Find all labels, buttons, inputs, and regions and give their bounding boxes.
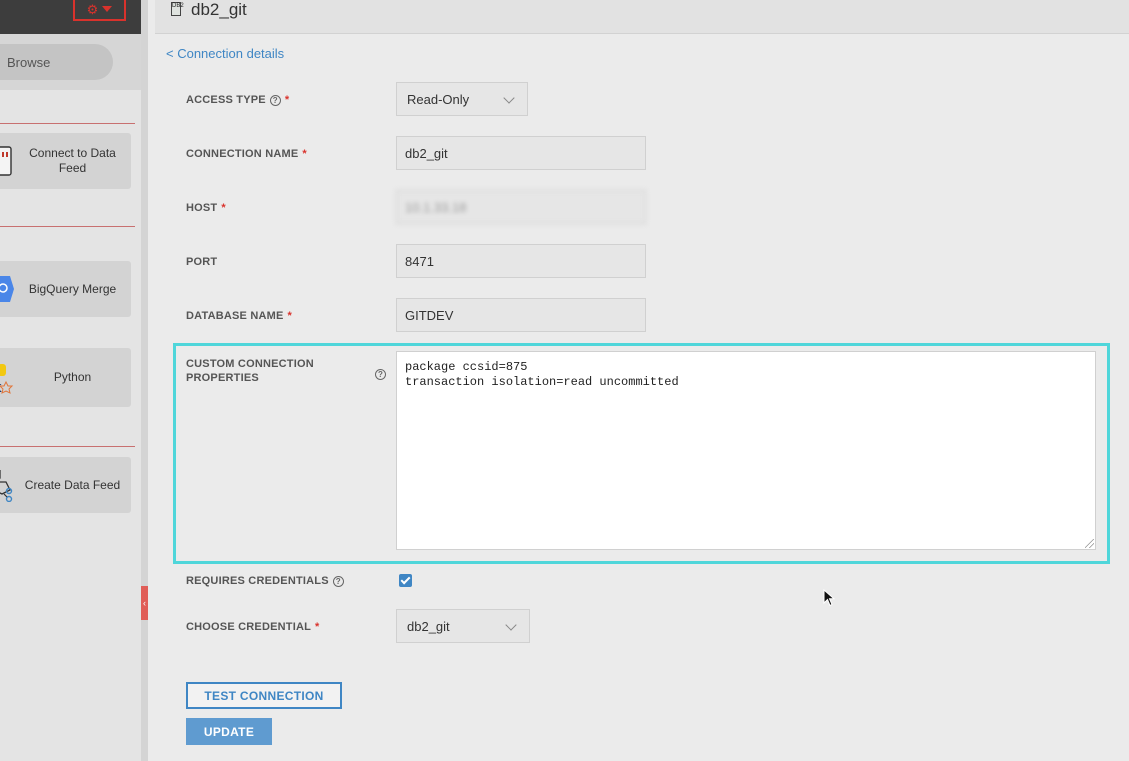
sidebar-item-connect-to-data-feed[interactable]: Connect to Data Feed [0,133,131,189]
choose-credential-select[interactable]: db2_git [396,609,530,643]
test-connection-button[interactable]: TEST CONNECTION [186,682,342,709]
choose-credential-label-text: CHOOSE CREDENTIAL [186,621,312,633]
host-input[interactable] [396,190,646,224]
sidebar: ⚙ Browse Connect to Data Feed BigQuery M… [0,0,141,761]
requires-credentials-checkbox[interactable] [399,574,412,587]
connection-name-label: CONNECTION NAME * [186,148,307,160]
update-button[interactable]: UPDATE [186,718,272,745]
help-icon[interactable]: ? [269,94,281,106]
network-icon [0,469,14,502]
page-header: DB2 db2_git [155,0,1129,34]
sidebar-item-bigquery-merge[interactable]: BigQuery Merge [0,261,131,317]
help-icon[interactable]: ? [375,369,386,380]
chevron-down-icon [503,92,515,104]
connection-name-input[interactable] [396,136,646,170]
port-label: PORT [186,256,217,268]
custom-properties-help: ? [375,364,386,382]
top-menu-button[interactable]: ⚙ [73,0,126,21]
sidebar-item-label: Create Data Feed [24,477,121,492]
bigquery-icon [0,273,14,305]
sidebar-divider [0,446,135,447]
back-to-connection-details-link[interactable]: < Connection details [166,46,284,61]
access-type-label: ACCESS TYPE ? * [186,94,289,106]
required-marker: * [315,621,320,633]
sidebar-item-create-data-feed[interactable]: Create Data Feed [0,457,131,513]
chevron-down-icon [505,619,517,631]
choose-credential-label: CHOOSE CREDENTIAL * [186,621,320,633]
document-icon [0,145,14,177]
gear-icon: ⚙ [86,1,99,17]
custom-connection-properties-label: CUSTOM CONNECTION PROPERTIES [186,358,314,384]
access-type-label-text: ACCESS TYPE [186,94,266,106]
requires-credentials-label: REQUIRES CREDENTIALS ? [186,575,344,587]
connection-name-label-text: CONNECTION NAME [186,148,299,160]
sidebar-divider [0,226,135,227]
sidebar-item-label: BigQuery Merge [28,281,117,296]
host-label: HOST * [186,202,226,214]
database-name-label: DATABASE NAME * [186,310,292,322]
access-type-select[interactable]: Read-Only [396,82,528,116]
page-title: db2_git [191,0,247,19]
access-type-value: Read-Only [407,91,470,107]
sidebar-item-python[interactable]: K Python [0,348,131,407]
sidebar-top-bar: ⚙ [0,0,141,34]
resize-handle[interactable] [1085,539,1094,548]
required-marker: * [221,202,226,214]
port-input[interactable] [396,244,646,278]
python-icon: K [0,362,14,394]
choose-credential-value: db2_git [407,618,450,634]
custom-connection-properties-textarea[interactable]: package ccsid=875 transaction isolation=… [396,351,1096,550]
database-name-input[interactable] [396,298,646,332]
caret-down-icon [102,6,113,12]
required-marker: * [287,310,293,322]
required-marker: * [284,94,290,106]
browse-button[interactable]: Browse [0,44,113,80]
database-name-label-text: DATABASE NAME [186,310,284,322]
help-icon[interactable]: ? [332,575,344,587]
main-gutter [141,0,148,761]
db2-icon: DB2 [171,2,184,16]
collapse-sidebar-button[interactable]: ‹ [141,586,148,620]
host-label-text: HOST [186,202,218,214]
requires-credentials-label-text: REQUIRES CREDENTIALS [186,575,329,587]
port-label-text: PORT [186,256,218,268]
sidebar-divider [0,123,135,124]
required-marker: * [302,148,307,160]
sidebar-item-label: Connect to Data Feed [29,146,116,175]
sidebar-item-label: Python [53,370,92,384]
